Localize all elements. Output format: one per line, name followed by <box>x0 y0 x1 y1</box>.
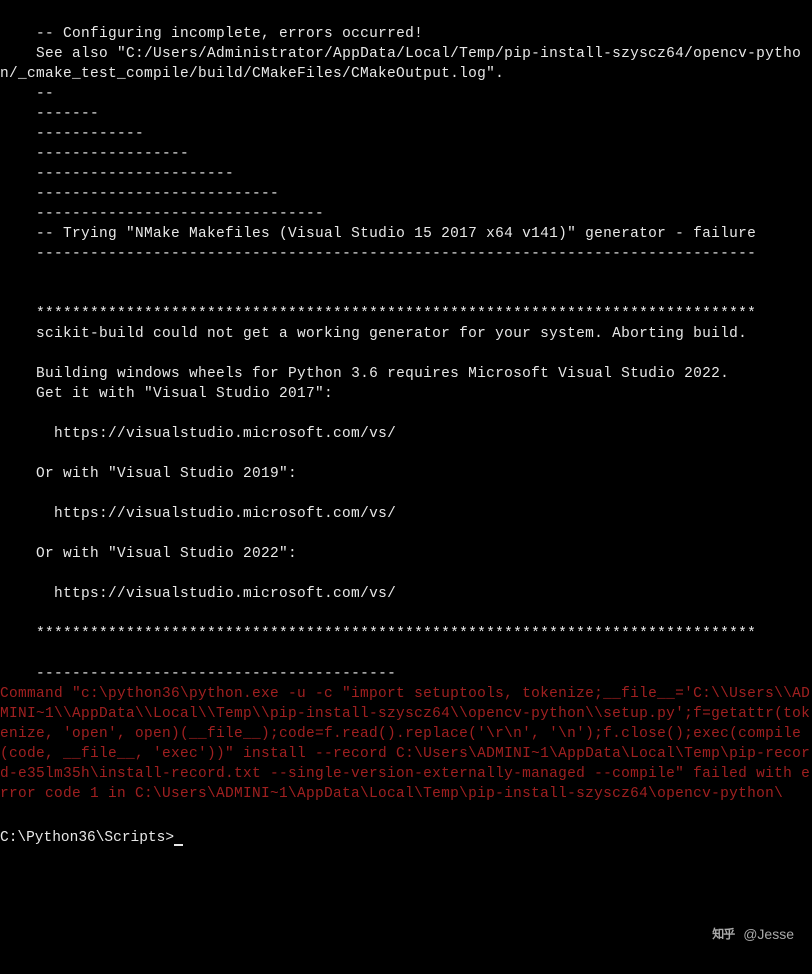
terminal-line: ---------------------------------------- <box>0 664 812 684</box>
terminal-line: Get it with "Visual Studio 2017": <box>0 384 812 404</box>
terminal-line: Or with "Visual Studio 2019": <box>0 464 812 484</box>
prompt-path: C:\Python36\Scripts> <box>0 830 174 846</box>
terminal-line: Building windows wheels for Python 3.6 r… <box>0 364 812 384</box>
terminal-line: scikit-build could not get a working gen… <box>0 324 812 344</box>
terminal-line: --------------------------- <box>0 184 812 204</box>
terminal-line: https://visualstudio.microsoft.com/vs/ <box>0 424 812 444</box>
terminal-line <box>0 404 812 424</box>
terminal-line: ----------------- <box>0 144 812 164</box>
terminal-line: ****************************************… <box>0 624 812 644</box>
terminal-line: ----------------------------------------… <box>0 244 812 264</box>
terminal-line <box>0 444 812 464</box>
terminal-line <box>0 484 812 504</box>
terminal-line <box>0 264 812 284</box>
terminal-line <box>0 344 812 364</box>
terminal-line <box>0 604 812 624</box>
terminal-line: See also "C:/Users/Administrator/AppData… <box>0 44 812 84</box>
terminal-line: -------------------------------- <box>0 204 812 224</box>
terminal-line: ****************************************… <box>0 304 812 324</box>
terminal-line: -- Trying "NMake Makefiles (Visual Studi… <box>0 224 812 244</box>
terminal-line: ---------------------- <box>0 164 812 184</box>
terminal-line: ------------ <box>0 124 812 144</box>
terminal-line: Or with "Visual Studio 2022": <box>0 544 812 564</box>
command-prompt[interactable]: C:\Python36\Scripts> <box>0 814 812 848</box>
terminal-line <box>0 644 812 664</box>
zhihu-icon: 知乎 <box>709 927 737 941</box>
watermark-handle: @Jesse <box>743 925 794 944</box>
terminal-line: -- <box>0 84 812 104</box>
terminal-line: https://visualstudio.microsoft.com/vs/ <box>0 584 812 604</box>
watermark: 知乎 @Jesse <box>709 925 794 944</box>
terminal-line: Command "c:\python36\python.exe -u -c "i… <box>0 684 812 804</box>
terminal-line: https://visualstudio.microsoft.com/vs/ <box>0 504 812 524</box>
cursor <box>174 844 183 846</box>
terminal-line: -- Configuring incomplete, errors occurr… <box>0 24 812 44</box>
terminal-line <box>0 284 812 304</box>
terminal-output: -- Configuring incomplete, errors occurr… <box>0 0 812 814</box>
terminal-line: ------- <box>0 104 812 124</box>
terminal-line <box>0 524 812 544</box>
terminal-line <box>0 564 812 584</box>
